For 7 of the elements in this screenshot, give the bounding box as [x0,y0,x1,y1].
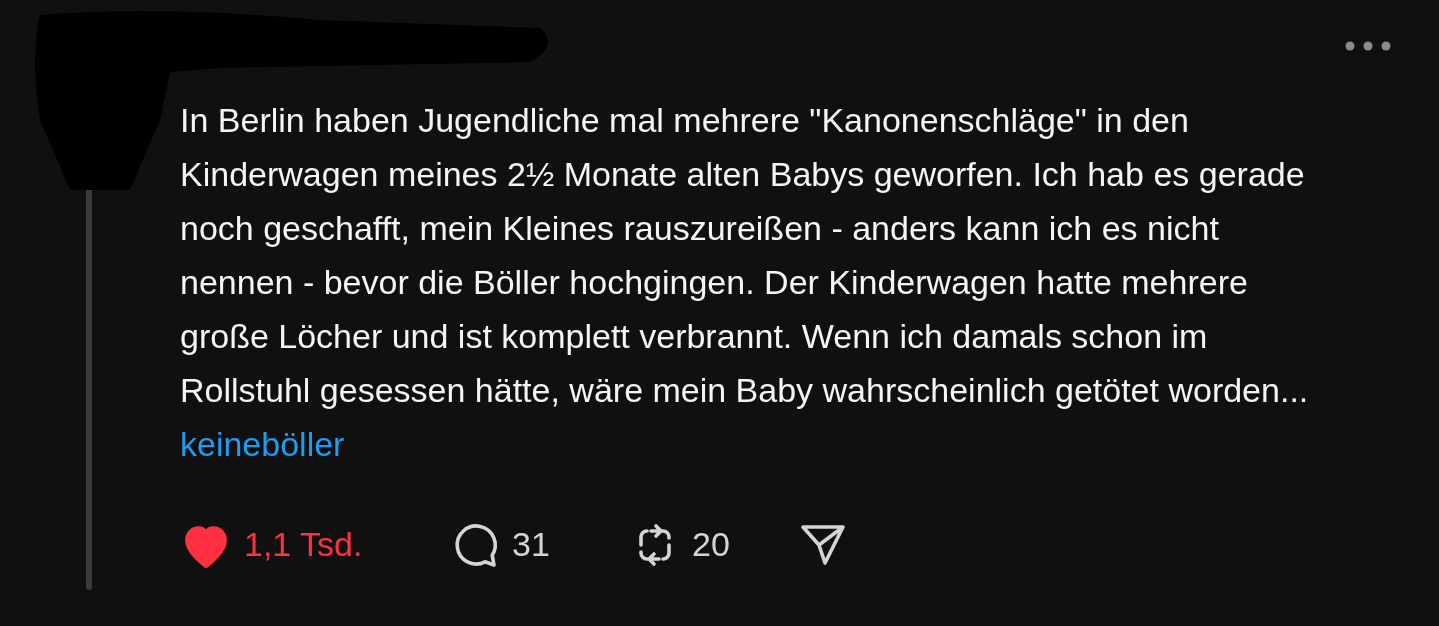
reply-button[interactable]: 31 [450,519,550,570]
post-text: In Berlin haben Jugendliche mal mehrere "Kanonenschläge" in den Kinderwagen meines 2½ Monate alten Babys geworfen. Ich hab es gerade noch geschafft, mein Kleines rauszureißen - anders kann ich es nicht nennen - bevor die Böller hochgingen. Der Kinderwagen hatte mehrere große Löcher und ist komplett verbrannt. Wenn ich damals schon im Rollstuhl gesessen hätte, wäre mein Baby wahrscheinlich getötet worden... [180,100,1310,411]
repost-button[interactable]: 20 [630,519,730,570]
like-button[interactable]: 1,1 Tsd. [180,519,363,570]
more-icon[interactable] [1344,40,1392,52]
send-icon[interactable] [798,522,848,567]
hashtag-link[interactable]: keineböller [180,417,345,471]
